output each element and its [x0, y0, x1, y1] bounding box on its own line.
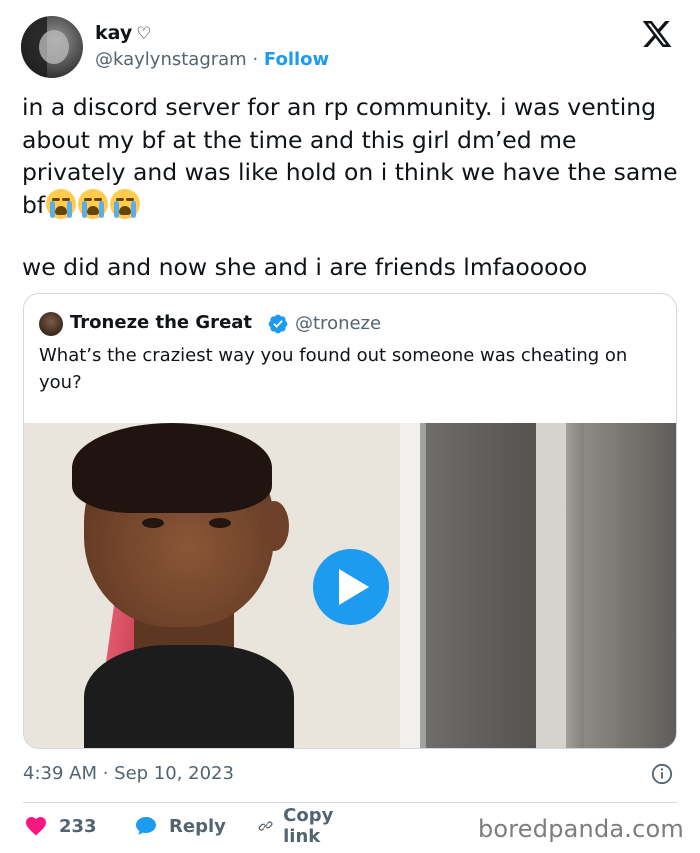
- video-thumbnail[interactable]: [24, 423, 676, 748]
- watermark: boredpanda.com: [477, 815, 684, 843]
- loudly-crying-face-icon: [78, 188, 109, 219]
- heart-icon: [26, 817, 46, 836]
- separator-dot: ·: [246, 49, 264, 70]
- copy-link-button[interactable]: Copy link: [258, 805, 342, 847]
- tweet-paragraph-2: we did and now she and i are friends lmf…: [22, 253, 588, 281]
- reply-button[interactable]: Reply: [133, 812, 226, 840]
- author-handle-line: @kaylynstagram · Follow: [95, 47, 329, 73]
- quoted-tweet-card[interactable]: Troneze the Great @troneze What’s the cr…: [23, 293, 677, 749]
- heart-outline-icon: ♡: [136, 24, 152, 44]
- verified-badge-icon: [268, 314, 288, 334]
- tweet-timestamp[interactable]: 4:39 AM · Sep 10, 2023: [23, 762, 234, 786]
- author-avatar[interactable]: [21, 16, 83, 78]
- quoted-author-avatar: [39, 312, 63, 336]
- loudly-crying-face-icon: [46, 188, 77, 219]
- tweet-text: in a discord server for an rp community.…: [22, 91, 682, 284]
- author-name-line[interactable]: kay ♡: [95, 20, 152, 47]
- tweet-paragraph-1: in a discord server for an rp community.…: [22, 93, 678, 219]
- loudly-crying-face-emoji-group: [46, 188, 141, 219]
- quoted-author-name: Troneze the Great: [70, 312, 253, 333]
- quoted-tweet-text: What’s the craziest way you found out so…: [39, 345, 628, 393]
- divider: [23, 802, 677, 803]
- play-button[interactable]: [313, 549, 389, 625]
- link-icon: [258, 821, 273, 831]
- play-icon: [339, 569, 369, 605]
- reply-bubble-icon: [136, 817, 156, 835]
- loudly-crying-face-icon: [110, 188, 141, 219]
- author-handle[interactable]: @kaylynstagram: [95, 49, 247, 70]
- like-count: 233: [59, 815, 97, 837]
- like-button[interactable]: 233: [23, 812, 97, 840]
- follow-button[interactable]: Follow: [264, 49, 329, 70]
- x-logo-icon[interactable]: [640, 18, 674, 50]
- reply-label: Reply: [169, 815, 226, 837]
- info-icon[interactable]: [651, 763, 673, 785]
- author-name[interactable]: kay: [95, 22, 132, 44]
- copy-link-label: Copy link: [283, 805, 334, 847]
- quoted-author-handle: @troneze: [295, 313, 382, 334]
